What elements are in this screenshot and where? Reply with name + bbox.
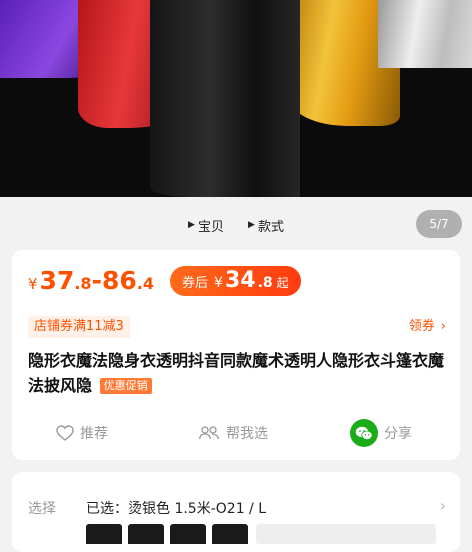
coupon-price-tag: 券后 [182,276,209,291]
gallery-tabs: ▶ 宝贝 ▶ 款式 [176,212,296,238]
image-page-counter: 5/7 [416,210,462,238]
price-high-int: 86 [101,266,137,295]
price-range: ¥ 37 .8 - 86 .4 [28,266,154,295]
spec-thumbnail[interactable] [86,524,122,544]
tab-product-label: 宝贝 [197,219,224,235]
claim-coupon-label: 领券 [408,319,435,334]
tab-style[interactable]: ▶ 款式 [248,216,284,235]
product-title-text: 隐形衣魔法隐身衣透明抖音同款魔术透明人隐形衣斗篷衣魔法披风隐 [28,351,445,395]
spec-label: 选择 [28,501,56,517]
help-choose-button[interactable]: 帮我选 [198,423,268,443]
chevron-right-icon: › [439,496,446,515]
wechat-icon [350,419,378,447]
coupon-price-badge: 券后 ¥ 34 .8 起 [170,266,301,296]
product-title: 隐形衣魔法隐身衣透明抖音同款魔术透明人隐形衣斗篷衣魔法披风隐 优惠促销 [28,348,448,398]
claim-coupon-button[interactable]: 领券 › [409,316,446,338]
promo-badge: 优惠促销 [99,378,152,394]
product-image[interactable] [0,0,472,197]
chevron-right-icon: › [440,319,446,334]
coupon-price-dec: .8 [257,275,273,291]
tab-style-label: 款式 [257,219,284,235]
spec-selected-value: 已选：烫银色 1.5米-O21 / L [86,501,267,517]
spec-thumbnail[interactable] [128,524,164,544]
tab-product[interactable]: ▶ 宝贝 [188,216,224,235]
coupon-price-int: 34 [224,268,256,293]
share-label: 分享 [384,426,412,442]
play-icon: ▶ [188,220,195,230]
shop-coupon-tag[interactable]: 店铺券满11减3 [28,316,130,338]
black-cape [150,0,300,197]
heart-icon [56,425,74,441]
currency-symbol: ¥ [28,275,38,293]
price-low-dec: .8 [74,274,92,293]
silver-cape [378,0,472,68]
coupon-price-suffix: 起 [276,276,289,290]
recommend-label: 推荐 [80,426,108,442]
recommend-button[interactable]: 推荐 [56,423,108,443]
help-choose-label: 帮我选 [226,426,268,442]
coupon-currency: ¥ [214,275,223,291]
spec-thumbnail[interactable] [212,524,248,544]
spec-selector[interactable]: 选择 已选：烫银色 1.5米-O21 / L › [12,472,460,552]
price-high-dec: .4 [136,274,154,293]
share-button[interactable]: 分享 [350,419,412,447]
play-icon: ▶ [248,220,255,230]
spec-thumbnail[interactable] [170,524,206,544]
price-card: ¥ 37 .8 - 86 .4 券后 ¥ 34 .8 起 店铺券满11减3 领券… [12,250,460,460]
price-low-int: 37 [39,266,75,295]
spec-option-bar [256,524,436,544]
people-icon [198,426,220,440]
price-separator: - [91,266,102,295]
action-bar: 推荐 帮我选 分享 [12,416,460,450]
spec-thumbnails [86,524,248,544]
